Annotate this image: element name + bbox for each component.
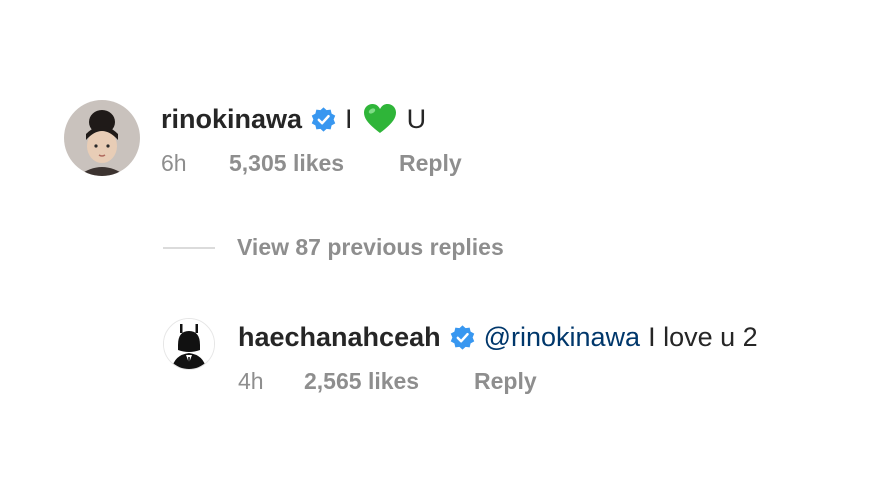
comment-text: I love u 2 xyxy=(648,321,758,352)
replies-divider xyxy=(163,246,215,249)
avatar-haechanahceah-image xyxy=(164,319,214,369)
comment-body: haechanahceah @rinokinawa I love u 2 4h … xyxy=(238,320,758,395)
comment-text-start: I xyxy=(345,103,353,134)
reply-button[interactable]: Reply xyxy=(474,368,537,395)
comment-line: haechanahceah @rinokinawa I love u 2 xyxy=(238,320,758,354)
view-replies-label[interactable]: View 87 previous replies xyxy=(237,234,504,261)
avatar[interactable] xyxy=(64,100,140,176)
username[interactable]: haechanahceah xyxy=(238,322,441,353)
username[interactable]: rinokinawa xyxy=(161,104,302,135)
verified-badge-icon xyxy=(449,324,476,351)
avatar-rinokinawa-image xyxy=(64,100,140,176)
comment-text-end: U xyxy=(406,103,427,134)
verified-badge-icon xyxy=(310,106,337,133)
comment-line: rinokinawa I U xyxy=(161,102,462,136)
comment-meta: 4h 2,565 likes Reply xyxy=(238,368,758,395)
likes-count[interactable]: 5,305 likes xyxy=(229,150,399,177)
comment-body: rinokinawa I U 6h 5,305 likes Reply xyxy=(161,102,462,177)
timestamp[interactable]: 4h xyxy=(238,368,304,395)
reply-button[interactable]: Reply xyxy=(399,150,462,177)
likes-count[interactable]: 2,565 likes xyxy=(304,368,474,395)
comment-haechanahceah: haechanahceah @rinokinawa I love u 2 4h … xyxy=(163,318,758,395)
comment-meta: 6h 5,305 likes Reply xyxy=(161,150,462,177)
timestamp[interactable]: 6h xyxy=(161,150,229,177)
view-previous-replies[interactable]: View 87 previous replies xyxy=(163,234,504,261)
comment-rinokinawa: rinokinawa I U 6h 5,305 likes Reply xyxy=(64,100,462,177)
green-heart-icon xyxy=(363,103,397,135)
mention-link[interactable]: @rinokinawa xyxy=(484,322,640,353)
avatar[interactable] xyxy=(163,318,215,370)
